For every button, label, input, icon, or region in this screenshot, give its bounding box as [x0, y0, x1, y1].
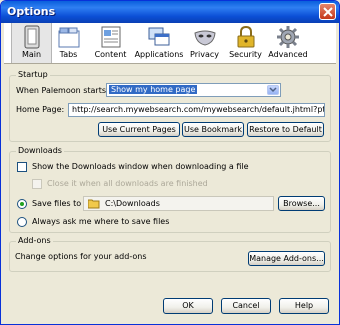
options-dialog: Options Main Tabs Content Applications P… [0, 0, 340, 325]
when-starts-label: When Palemoon starts: [16, 86, 109, 95]
tab-label: Main [21, 50, 42, 59]
content-icon [101, 26, 120, 48]
save-path-field: C:\Downloads [83, 196, 274, 211]
tab-privacy[interactable]: Privacy [184, 23, 225, 63]
privacy-mask-icon [193, 30, 216, 46]
title-bar[interactable]: Options [1, 1, 339, 23]
window-title: Options [7, 5, 56, 18]
tab-label: Tabs [59, 50, 78, 59]
startup-select[interactable]: Show my home page [106, 83, 281, 97]
save-files-radio[interactable] [17, 199, 27, 209]
save-files-label: Save files to [32, 199, 82, 208]
tab-label: Applications [134, 50, 184, 59]
startup-select-value: Show my home page [109, 85, 198, 94]
applications-icon [148, 27, 170, 46]
folder-icon [88, 199, 100, 209]
downloads-group-label: Downloads [16, 146, 64, 155]
gear-icon [277, 26, 299, 48]
tab-main[interactable]: Main [11, 23, 52, 63]
browse-button[interactable]: Browse... [278, 196, 325, 211]
close-when-finished-checkbox[interactable] [32, 179, 42, 189]
tab-advanced[interactable]: Advanced [266, 23, 310, 63]
startup-group-label: Startup [16, 70, 50, 79]
close-button[interactable] [319, 3, 336, 20]
padlock-icon [237, 25, 254, 48]
addons-group: Add-ons Change options for your add-ons … [9, 236, 331, 272]
tab-label: Privacy [190, 50, 219, 59]
tab-applications[interactable]: Applications [134, 23, 184, 63]
always-ask-radio[interactable] [17, 217, 27, 227]
close-when-finished-label: Close it when all downloads are finished [47, 179, 208, 188]
switch-icon [24, 25, 39, 49]
use-bookmark-button[interactable]: Use Bookmark [182, 122, 244, 137]
cancel-button[interactable]: Cancel [221, 298, 271, 314]
home-page-label: Home Page: [16, 105, 65, 114]
tab-label: Security [229, 50, 262, 59]
options-toolbar: Main Tabs Content Applications Privacy S… [4, 23, 336, 64]
save-path-value: C:\Downloads [105, 199, 160, 208]
help-button[interactable]: Help [279, 298, 329, 314]
always-ask-label: Always ask me where to save files [32, 217, 170, 226]
use-current-pages-button[interactable]: Use Current Pages [98, 122, 180, 137]
tab-tabs[interactable]: Tabs [48, 23, 89, 63]
startup-group: Startup When Palemoon starts: Show my ho… [9, 70, 331, 142]
chevron-down-icon[interactable] [267, 85, 279, 95]
tabs-icon [58, 27, 79, 48]
close-icon [323, 7, 333, 17]
tab-security[interactable]: Security [225, 23, 266, 63]
addons-description: Change options for your add-ons [15, 252, 147, 261]
addons-group-label: Add-ons [16, 236, 53, 245]
downloads-group: Downloads Show the Downloads window when… [9, 146, 331, 233]
tab-label: Content [94, 50, 127, 59]
tab-label: Advanced [268, 50, 308, 59]
manage-addons-button[interactable]: Manage Add-ons... [248, 251, 325, 266]
restore-default-button[interactable]: Restore to Default [247, 122, 324, 137]
show-downloads-checkbox[interactable] [17, 162, 27, 172]
ok-button[interactable]: OK [163, 298, 213, 314]
home-page-input[interactable]: http://search.mywebsearch.com/mywebsearc… [68, 103, 325, 117]
tab-content[interactable]: Content [90, 23, 131, 63]
show-downloads-label: Show the Downloads window when downloadi… [32, 162, 249, 171]
